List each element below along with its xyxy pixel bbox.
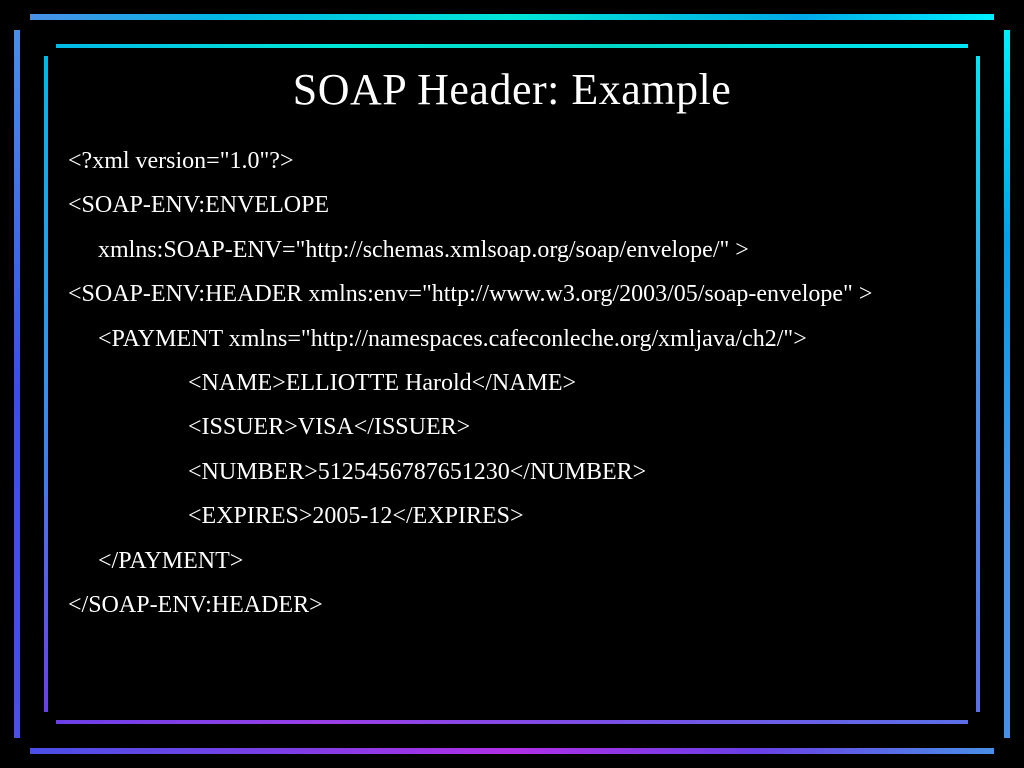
code-line-xmlns-soap: xmlns:SOAP-ENV="http://schemas.xmlsoap.o… (68, 228, 960, 272)
code-line-expires: <EXPIRES>2005-12</EXPIRES> (68, 494, 960, 538)
code-line-issuer: <ISSUER>VISA</ISSUER> (68, 405, 960, 449)
code-line-header-close: </SOAP-ENV:HEADER> (68, 583, 960, 627)
outer-border-left (14, 30, 20, 738)
inner-border-right (976, 56, 980, 712)
code-line-header-open: <SOAP-ENV:HEADER xmlns:env="http://www.w… (68, 272, 960, 316)
outer-border-bottom (30, 748, 994, 754)
slide-title: SOAP Header: Example (64, 64, 960, 115)
code-line-payment-close: </PAYMENT> (68, 539, 960, 583)
code-line-payment-open: <PAYMENT xmlns="http://namespaces.cafeco… (68, 317, 960, 361)
code-line-number: <NUMBER>5125456787651230</NUMBER> (68, 450, 960, 494)
outer-border-right (1004, 30, 1010, 738)
inner-border-top (56, 44, 968, 48)
code-line-xml-decl: <?xml version="1.0"?> (68, 139, 960, 183)
outer-border-top (30, 14, 994, 20)
inner-border-bottom (56, 720, 968, 724)
code-line-envelope-open: <SOAP-ENV:ENVELOPE (68, 183, 960, 227)
code-line-name: <NAME>ELLIOTTE Harold</NAME> (68, 361, 960, 405)
xml-code-block: <?xml version="1.0"?> <SOAP-ENV:ENVELOPE… (64, 139, 960, 627)
inner-border-left (44, 56, 48, 712)
slide-content: SOAP Header: Example <?xml version="1.0"… (64, 64, 960, 704)
outer-border-frame: SOAP Header: Example <?xml version="1.0"… (14, 14, 1010, 754)
inner-border-frame: SOAP Header: Example <?xml version="1.0"… (44, 44, 980, 724)
